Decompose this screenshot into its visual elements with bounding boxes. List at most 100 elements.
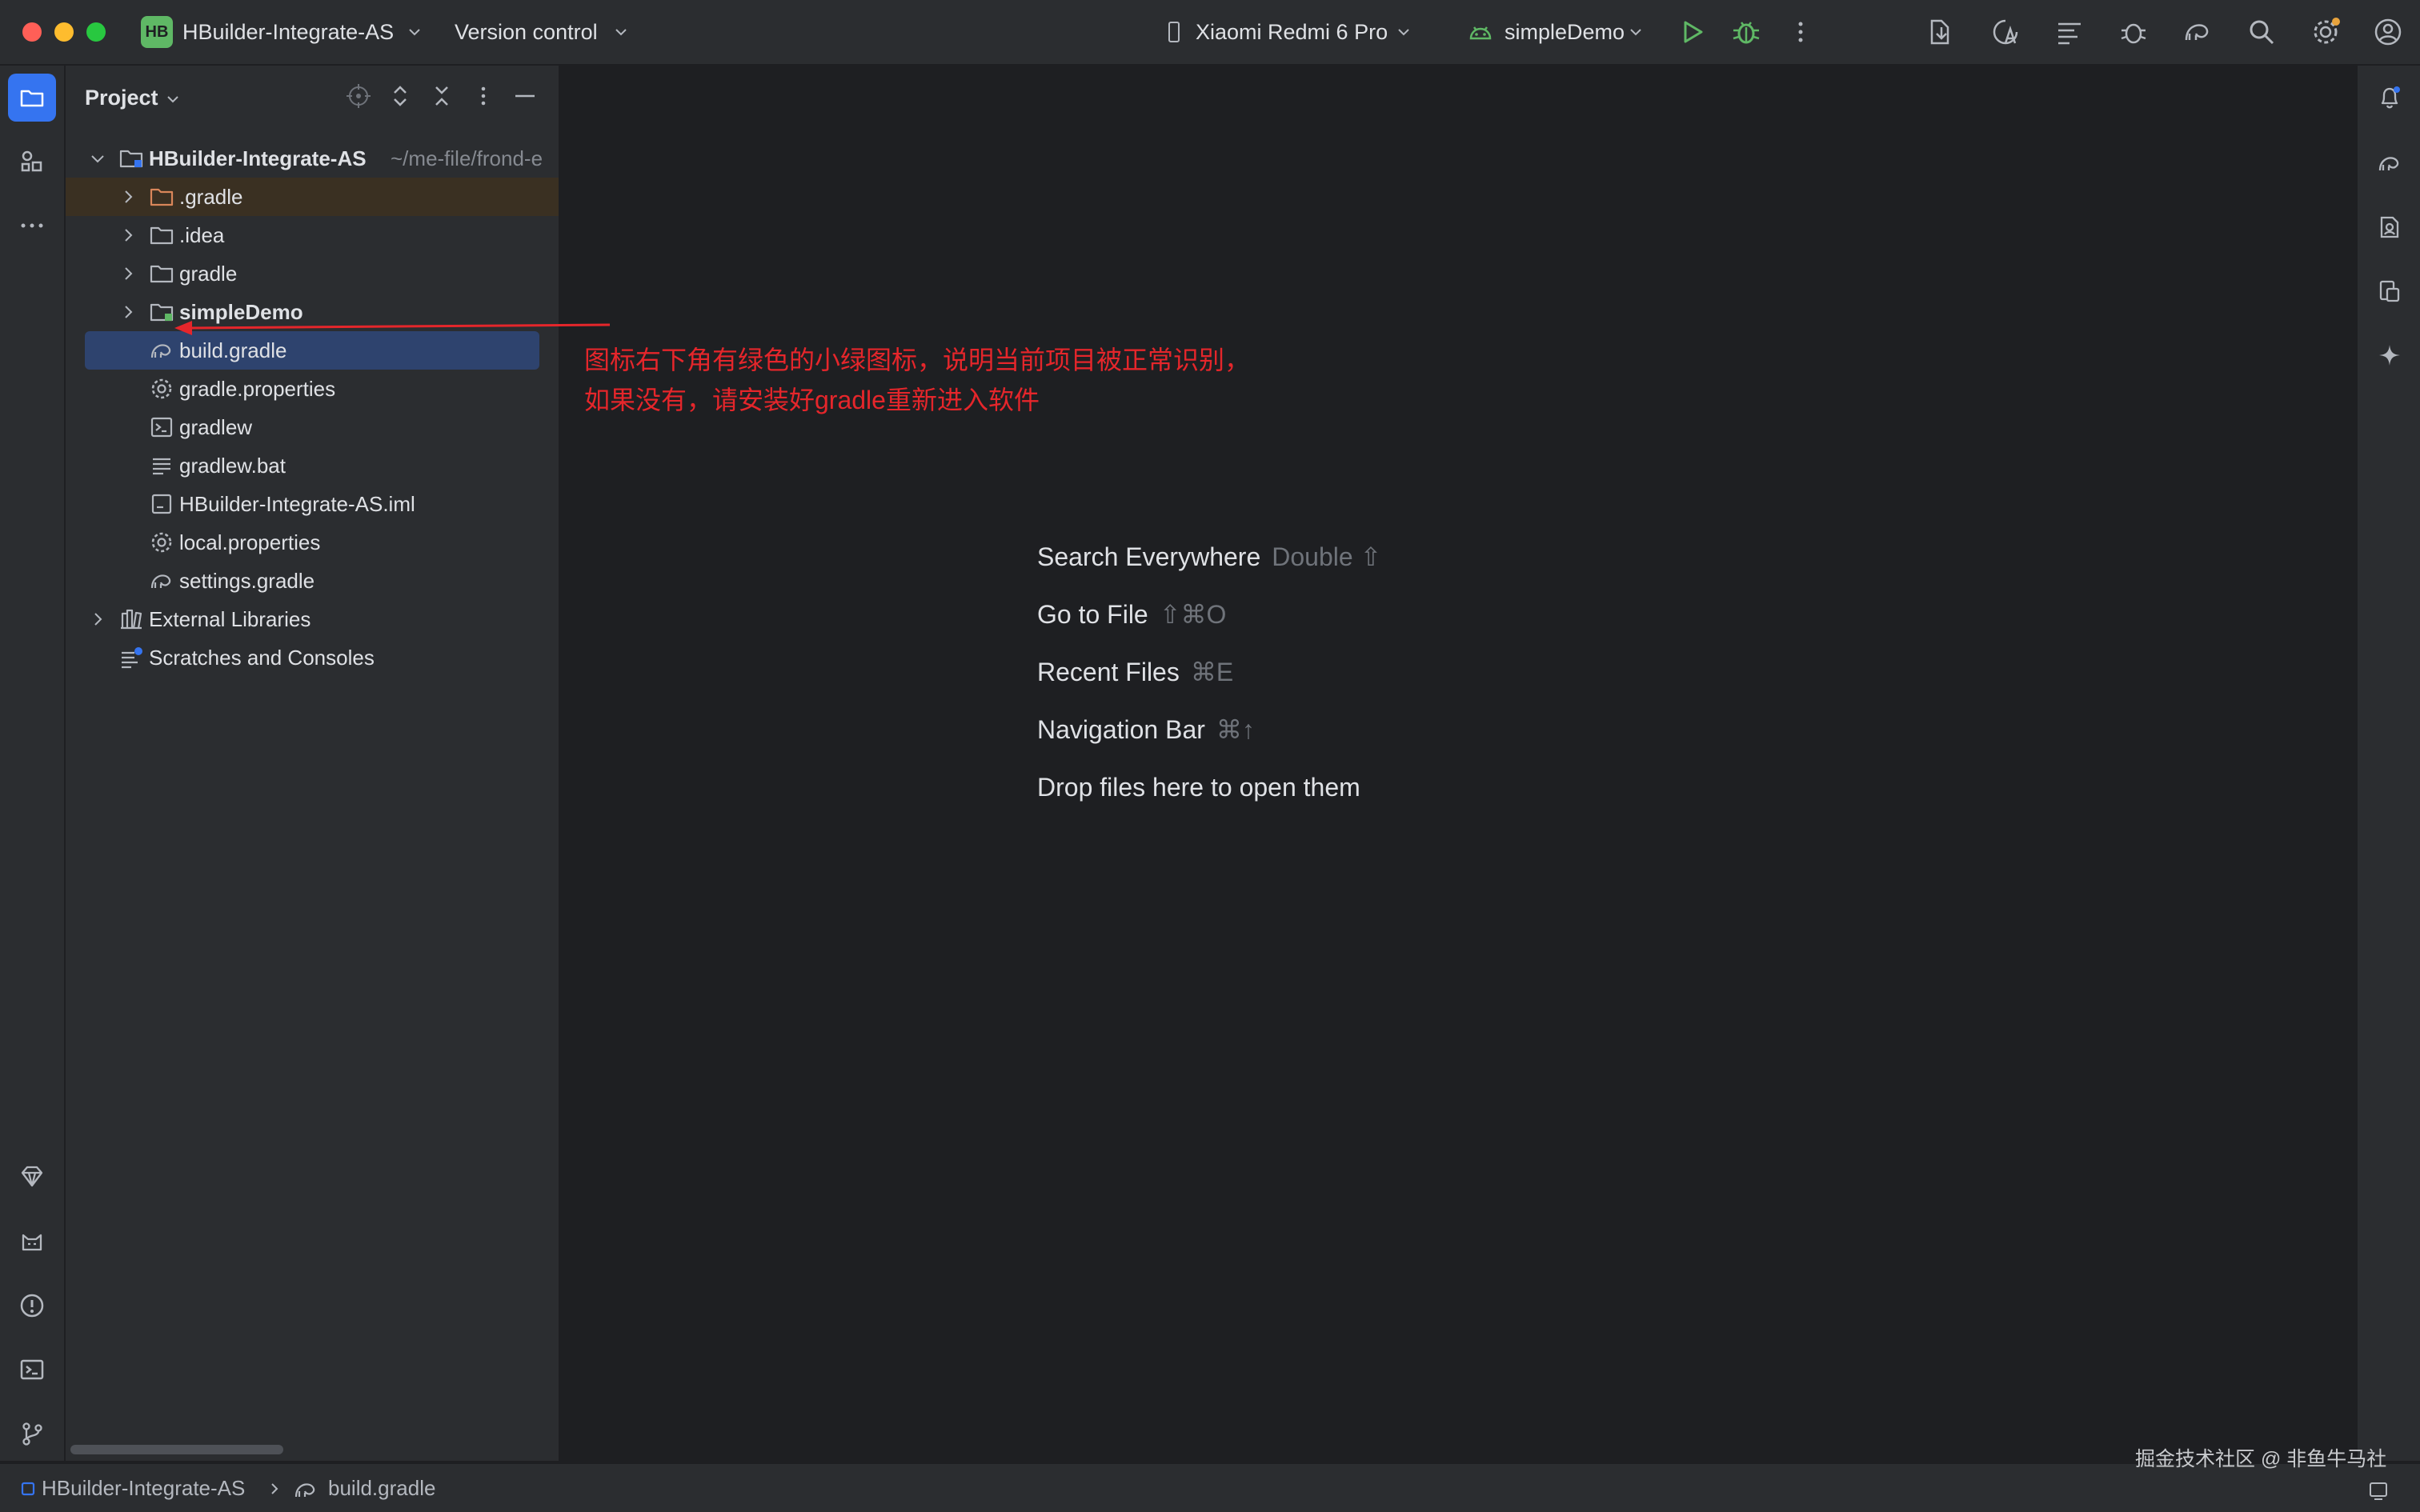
run-config-selector[interactable]: simpleDemo — [1504, 19, 1625, 45]
more-vertical-icon[interactable] — [469, 82, 498, 110]
editor-empty-state: 图标右下角有绿色的小绿图标，说明当前项目被正常识别， 如果没有，请安装好grad… — [560, 66, 2354, 1461]
tree-item-gradle[interactable]: gradle — [66, 254, 559, 293]
folder-icon — [20, 90, 44, 107]
device-manager-icon — [2380, 216, 2399, 238]
gradle-elephant-icon — [2378, 157, 2399, 171]
sparkle-icon — [2379, 345, 2400, 366]
status-bar: HBuilder-Integrate-AS build.gradle — [0, 1462, 2420, 1512]
minimize-window-button[interactable] — [54, 22, 74, 42]
tree-item-settings-gradle[interactable]: settings.gradle — [66, 562, 559, 600]
chevron-right-icon — [125, 267, 133, 280]
hide-panel-icon[interactable] — [511, 82, 539, 110]
git-tool-button[interactable] — [8, 1410, 56, 1458]
project-view-selector[interactable]: Project — [85, 85, 158, 110]
search-icon[interactable] — [2246, 16, 2278, 48]
diamond-icon — [21, 1166, 43, 1187]
device-phone-icon — [1168, 22, 1180, 42]
module-file-icon — [151, 494, 172, 514]
device-manager-button[interactable] — [2366, 203, 2414, 251]
chevron-down-icon — [1630, 29, 1641, 36]
problems-icon — [20, 1294, 44, 1318]
tree-item-label: .gradle — [179, 185, 243, 209]
vcs-menu[interactable]: Version control — [455, 19, 598, 45]
translate-icon[interactable] — [1989, 16, 2021, 48]
chevron-right-icon — [125, 190, 133, 203]
folder-icon — [150, 265, 174, 283]
run-icon[interactable] — [1676, 16, 1708, 48]
annotation-line-1: 图标右下角有绿色的小绿图标，说明当前项目被正常识别， — [584, 346, 1251, 374]
tree-item-gradlew-bat[interactable]: gradlew.bat — [66, 446, 559, 485]
breadcrumb-project[interactable]: HBuilder-Integrate-AS — [42, 1475, 245, 1501]
breadcrumb-file[interactable]: build.gradle — [328, 1475, 435, 1501]
chevron-right-icon — [271, 1483, 278, 1494]
tree-item-gradle-properties[interactable]: gradle.properties — [66, 370, 559, 408]
hint-go-to-file[interactable]: Go to File ⇧⌘O — [1037, 598, 1226, 630]
more-tools-button[interactable] — [8, 202, 56, 250]
gemini-tool-button[interactable] — [8, 1152, 56, 1200]
annotation-line-2: 如果没有，请安装好gradle重新进入软件 — [584, 386, 1040, 414]
debug-icon[interactable] — [1730, 16, 1762, 48]
app-inspection-icon[interactable] — [2118, 16, 2150, 48]
tree-item-dot-gradle[interactable]: .gradle — [66, 178, 559, 216]
title-bar: HB HBuilder-Integrate-AS Version control… — [0, 0, 2420, 66]
tree-item-local-properties[interactable]: local.properties — [66, 523, 559, 562]
watermark: 掘金技术社区 @ 非鱼牛马社 — [2135, 1448, 2387, 1470]
text-file-icon — [153, 458, 170, 475]
chevron-down-icon[interactable] — [165, 91, 181, 107]
bell-icon — [2381, 86, 2400, 109]
excluded-folder-icon — [150, 188, 174, 206]
account-icon[interactable] — [2372, 16, 2404, 48]
close-window-button[interactable] — [22, 22, 42, 42]
tree-item-label: settings.gradle — [179, 569, 315, 593]
chevron-down-icon — [91, 155, 104, 163]
status-widget-icon[interactable] — [2367, 1480, 2390, 1502]
gear-icon[interactable] — [2310, 16, 2342, 48]
device-explorer-icon — [2379, 280, 2400, 302]
terminal-tool-button[interactable] — [8, 1346, 56, 1394]
tree-item-gradlew[interactable]: gradlew — [66, 408, 559, 446]
project-tool-button[interactable] — [8, 74, 56, 122]
tree-item-label: gradlew.bat — [179, 454, 286, 478]
device-selector[interactable]: Xiaomi Redmi 6 Pro — [1196, 19, 1388, 45]
tree-item-label: gradlew — [179, 415, 253, 439]
chevron-right-icon — [94, 613, 102, 626]
more-vertical-icon[interactable] — [1785, 16, 1817, 48]
tree-item-label: local.properties — [179, 530, 321, 554]
logcat-tool-button[interactable] — [8, 1218, 56, 1266]
hint-recent-files[interactable]: Recent Files ⌘E — [1037, 656, 1233, 688]
tree-item-external-libraries[interactable]: External Libraries — [66, 600, 559, 638]
notifications-button[interactable] — [2366, 74, 2414, 122]
gradle-elephant-icon[interactable] — [2182, 16, 2214, 48]
device-explorer-button[interactable] — [2366, 267, 2414, 315]
android-icon — [1469, 26, 1492, 40]
tree-item-idea[interactable]: .idea — [66, 216, 559, 254]
sync-gradle-icon[interactable] — [1925, 16, 1957, 48]
structure-tool-button[interactable] — [8, 138, 56, 186]
gradle-tool-button[interactable] — [2366, 139, 2414, 187]
maximize-window-button[interactable] — [86, 22, 106, 42]
project-badge[interactable]: HB — [141, 16, 173, 48]
layout-inspector-icon[interactable] — [2053, 16, 2085, 48]
locate-file-icon[interactable] — [344, 82, 373, 110]
expand-all-icon[interactable] — [386, 82, 415, 110]
hint-search-everywhere[interactable]: Search Everywhere Double ⇧ — [1037, 541, 1381, 573]
git-branch-icon — [22, 1422, 42, 1446]
tree-item-scratches[interactable]: Scratches and Consoles — [66, 638, 559, 677]
hint-navigation-bar[interactable]: Navigation Bar ⌘↑ — [1037, 714, 1255, 746]
horizontal-scrollbar[interactable] — [70, 1445, 283, 1454]
ai-assistant-button[interactable] — [2366, 331, 2414, 379]
project-selector[interactable]: HBuilder-Integrate-AS — [182, 19, 394, 45]
scratches-icon — [122, 647, 142, 669]
tree-item-iml[interactable]: HBuilder-Integrate-AS.iml — [66, 485, 559, 523]
collapse-all-icon[interactable] — [427, 82, 456, 110]
problems-tool-button[interactable] — [8, 1282, 56, 1330]
left-tool-strip — [0, 66, 66, 1461]
root-project-name: HBuilder-Integrate-AS — [149, 146, 367, 170]
more-icon — [21, 223, 43, 228]
project-panel: Project HBuilder-Integrate-AS ~/me-file/… — [66, 66, 560, 1461]
hint-drop-files: Drop files here to open them — [1037, 773, 1360, 802]
tree-item-label: External Libraries — [149, 607, 311, 631]
folder-icon — [150, 226, 174, 245]
tree-item-root[interactable]: HBuilder-Integrate-AS ~/me-file/frond-e — [66, 139, 559, 178]
gear-icon — [151, 532, 172, 553]
